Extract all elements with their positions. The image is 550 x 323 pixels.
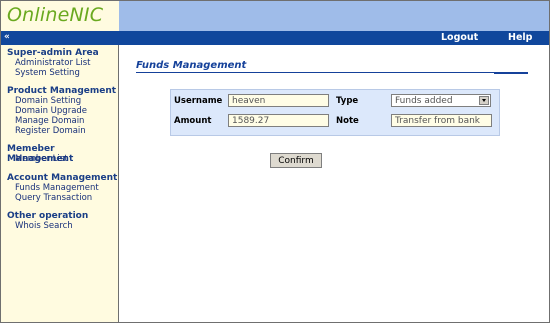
title-divider-accent — [494, 72, 528, 74]
sidebar-item-domain-setting[interactable]: Domain Setting — [15, 96, 81, 106]
type-select-value: Funds added — [395, 96, 453, 106]
confirm-button[interactable]: Confirm — [270, 153, 322, 168]
logout-link[interactable]: Logout — [441, 32, 478, 43]
sidebar-section-account-management[interactable]: Account Management — [7, 173, 117, 183]
sidebar-item-whois-search[interactable]: Whois Search — [15, 221, 73, 231]
logo-box: OnlineNIC — [1, 1, 119, 31]
sidebar-item-domain-upgrade[interactable]: Domain Upgrade — [15, 106, 87, 116]
sidebar-item-register-domain[interactable]: Register Domain — [15, 126, 86, 136]
header: OnlineNIC — [1, 1, 549, 31]
type-select[interactable]: Funds added — [391, 94, 491, 107]
sidebar-item-member-list[interactable]: Member List — [15, 154, 68, 164]
amount-field[interactable]: 1589.27 — [228, 114, 329, 127]
sidebar-item-query-transaction[interactable]: Query Transaction — [15, 193, 92, 203]
help-link[interactable]: Help — [508, 32, 532, 43]
navbar: « Logout Help — [1, 31, 549, 45]
chevron-down-icon[interactable] — [479, 96, 489, 105]
sidebar-section-other-operation[interactable]: Other operation — [7, 211, 88, 221]
page-title: Funds Management — [136, 60, 247, 71]
note-field[interactable]: Transfer from bank — [391, 114, 492, 127]
funds-form: Username heaven Type Funds added Amount … — [170, 89, 500, 136]
sidebar-section-super-admin[interactable]: Super-admin Area — [7, 48, 99, 58]
sidebar-item-system-setting[interactable]: System Setting — [15, 68, 80, 78]
logo: OnlineNIC — [7, 4, 104, 26]
sidebar-item-manage-domain[interactable]: Manage Domain — [15, 116, 84, 126]
username-label: Username — [174, 96, 223, 106]
sidebar-item-funds-management[interactable]: Funds Management — [15, 183, 99, 193]
collapse-arrows-icon[interactable]: « — [4, 32, 10, 42]
note-label: Note — [336, 116, 359, 126]
amount-label: Amount — [174, 116, 212, 126]
window-frame: OnlineNIC « Logout Help Super-admin Area… — [0, 0, 550, 323]
title-divider — [136, 72, 528, 73]
main-content: Funds Management Username heaven Type Fu… — [119, 45, 549, 322]
type-label: Type — [336, 96, 359, 106]
sidebar-item-administrator-list[interactable]: Administrator List — [15, 58, 91, 68]
username-field[interactable]: heaven — [228, 94, 329, 107]
sidebar: Super-admin Area Administrator List Syst… — [1, 45, 119, 322]
sidebar-section-product-management[interactable]: Product Management — [7, 86, 116, 96]
